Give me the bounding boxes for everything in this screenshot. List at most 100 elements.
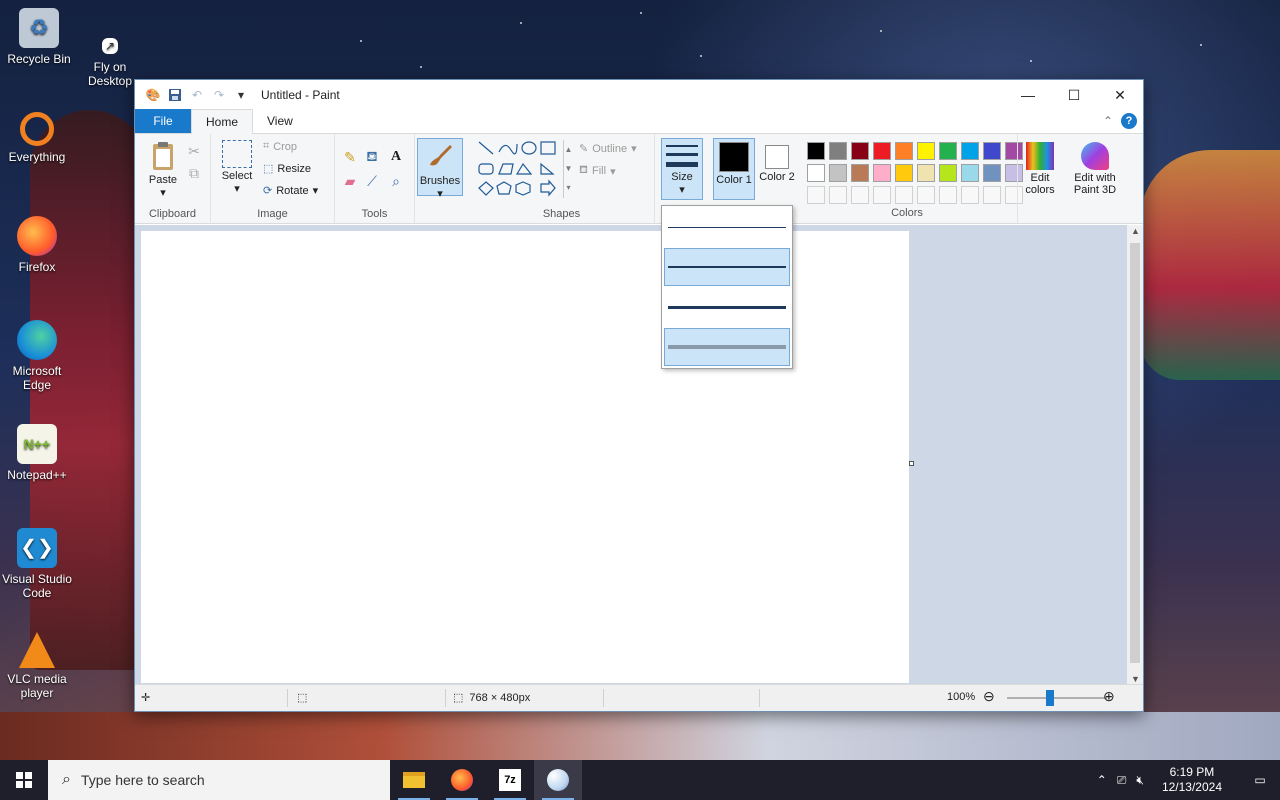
desktop-icon-everything[interactable]: Everything xyxy=(0,112,76,164)
taskbar-search-box[interactable]: ⌕ Type here to search xyxy=(48,760,390,800)
scroll-up-icon[interactable]: ▲ xyxy=(1131,226,1140,236)
edit-with-paint3d-button[interactable]: Edit with Paint 3D xyxy=(1065,142,1125,196)
zoom-slider-track[interactable] xyxy=(1007,697,1107,699)
desktop-icon-firefox[interactable]: Firefox xyxy=(0,216,76,274)
resize-button[interactable]: ⬚ Resize xyxy=(263,162,311,176)
desktop-icon-vscode[interactable]: ❮❯ Visual Studio Code xyxy=(0,528,76,600)
color2-button[interactable]: Color 2 xyxy=(757,142,797,183)
edit-colors-button[interactable]: Edit colors xyxy=(1019,142,1061,196)
eraser-icon[interactable]: ▰ xyxy=(341,172,359,190)
drawing-canvas[interactable] xyxy=(141,231,909,683)
palette-swatch-empty[interactable] xyxy=(961,186,979,204)
tab-view[interactable]: View xyxy=(253,109,307,133)
vertical-scrollbar[interactable]: ▲ ▼ xyxy=(1127,225,1143,685)
firefox-icon xyxy=(451,769,473,791)
palette-swatch[interactable] xyxy=(829,164,847,182)
palette-swatch[interactable] xyxy=(895,164,913,182)
palette-swatch[interactable] xyxy=(807,164,825,182)
color1-button[interactable]: Color 1 xyxy=(713,138,755,200)
size-option[interactable] xyxy=(664,248,790,286)
palette-swatch[interactable] xyxy=(983,164,1001,182)
canvas-resize-handle-right[interactable] xyxy=(909,461,914,466)
desktop-icon-edge[interactable]: Microsoft Edge xyxy=(0,320,76,392)
notification-center-icon[interactable]: ▭ xyxy=(1240,760,1280,800)
taskbar-clock[interactable]: 6:19 PM 12/13/2024 xyxy=(1154,765,1230,795)
palette-swatch-empty[interactable] xyxy=(829,186,847,204)
palette-swatch[interactable] xyxy=(961,164,979,182)
desktop-icon-notepadpp[interactable]: N++ Notepad++ xyxy=(0,424,76,482)
help-icon[interactable]: ? xyxy=(1121,113,1137,129)
palette-swatch[interactable] xyxy=(851,164,869,182)
redo-icon[interactable]: ↷ xyxy=(211,87,227,103)
palette-swatch[interactable] xyxy=(895,142,913,160)
text-icon[interactable]: A xyxy=(387,148,405,166)
magnifier-icon[interactable]: ⌕ xyxy=(387,172,405,190)
taskbar-firefox[interactable] xyxy=(438,760,486,800)
fill-bucket-icon[interactable]: ⛾ xyxy=(363,148,381,166)
palette-swatch-empty[interactable] xyxy=(895,186,913,204)
taskbar-paint[interactable] xyxy=(534,760,582,800)
network-icon[interactable]: ⎚ xyxy=(1117,773,1127,788)
tab-home[interactable]: Home xyxy=(191,109,254,134)
maximize-button[interactable]: ☐ xyxy=(1051,80,1097,110)
collapse-ribbon-icon[interactable]: ⌃ xyxy=(1103,114,1113,128)
size-option[interactable] xyxy=(664,288,790,326)
shapes-scroll[interactable]: ▲ ▼ ▾ xyxy=(563,140,573,198)
window-title: Untitled - Paint xyxy=(261,88,340,102)
customize-quick-access-icon[interactable]: ▾ xyxy=(233,87,249,103)
minimize-button[interactable]: — xyxy=(1005,80,1051,110)
color-picker-icon[interactable]: ⟋ xyxy=(363,172,381,190)
crop-button[interactable]: ⌗ Crop xyxy=(263,140,297,153)
taskbar-file-explorer[interactable] xyxy=(390,760,438,800)
save-icon[interactable] xyxy=(167,87,183,103)
palette-swatch[interactable] xyxy=(939,164,957,182)
show-hidden-icons-icon[interactable]: ⌃ xyxy=(1097,773,1107,787)
zoom-in-icon[interactable]: ⊕ xyxy=(1103,688,1115,705)
start-button[interactable] xyxy=(0,760,48,800)
scroll-down-icon[interactable]: ▼ xyxy=(1131,674,1140,684)
paste-button[interactable]: Paste ▾ xyxy=(143,140,183,199)
palette-swatch[interactable] xyxy=(851,142,869,160)
zoom-out-icon[interactable]: ⊖ xyxy=(983,688,995,705)
image-size-icon: ⬚ xyxy=(453,692,464,704)
zoom-slider-thumb[interactable] xyxy=(1046,690,1054,706)
shapes-gallery[interactable] xyxy=(477,140,561,198)
undo-icon[interactable]: ↶ xyxy=(189,87,205,103)
scroll-thumb[interactable] xyxy=(1130,243,1140,663)
palette-swatch[interactable] xyxy=(829,142,847,160)
size-option[interactable] xyxy=(664,208,790,246)
cut-icon[interactable]: ✂ xyxy=(185,142,203,160)
palette-swatch-empty[interactable] xyxy=(851,186,869,204)
palette-swatch-empty[interactable] xyxy=(983,186,1001,204)
palette-swatch-empty[interactable] xyxy=(807,186,825,204)
desktop-icon-recycle-bin[interactable]: ♻ Recycle Bin xyxy=(0,8,78,66)
palette-swatch[interactable] xyxy=(939,142,957,160)
palette-swatch[interactable] xyxy=(873,164,891,182)
size-button[interactable]: Size ▾ xyxy=(661,138,703,200)
palette-swatch[interactable] xyxy=(807,142,825,160)
close-button[interactable]: ✕ xyxy=(1097,80,1143,110)
rotate-button[interactable]: ⟳ Rotate ▾ xyxy=(263,184,318,198)
palette-swatch-empty[interactable] xyxy=(939,186,957,204)
palette-swatch[interactable] xyxy=(983,142,1001,160)
tab-file[interactable]: File xyxy=(135,109,191,133)
palette-swatch[interactable] xyxy=(917,142,935,160)
crop-icon: ⌗ xyxy=(263,140,270,152)
size-option[interactable] xyxy=(664,328,790,366)
palette-swatch[interactable] xyxy=(961,142,979,160)
copy-icon[interactable]: ⧉ xyxy=(185,164,203,182)
everything-search-icon xyxy=(20,112,54,146)
palette-swatch-empty[interactable] xyxy=(917,186,935,204)
brushes-button[interactable]: Brushes ▾ xyxy=(417,138,463,200)
desktop-icon-vlc[interactable]: VLC media player xyxy=(0,632,76,700)
palette-swatch[interactable] xyxy=(873,142,891,160)
taskbar-7zip[interactable]: 7z xyxy=(486,760,534,800)
outline-button[interactable]: ✎ Outline ▾ xyxy=(579,142,637,156)
palette-swatch[interactable] xyxy=(917,164,935,182)
pencil-icon[interactable]: ✎ xyxy=(341,148,359,166)
fill-button[interactable]: ⛾ Fill ▾ xyxy=(579,164,616,178)
select-button[interactable]: Select ▾ xyxy=(219,140,255,195)
volume-muted-icon[interactable]: 🔇︎ xyxy=(1136,773,1144,788)
palette-swatch-empty[interactable] xyxy=(873,186,891,204)
size-option-line xyxy=(668,345,786,349)
